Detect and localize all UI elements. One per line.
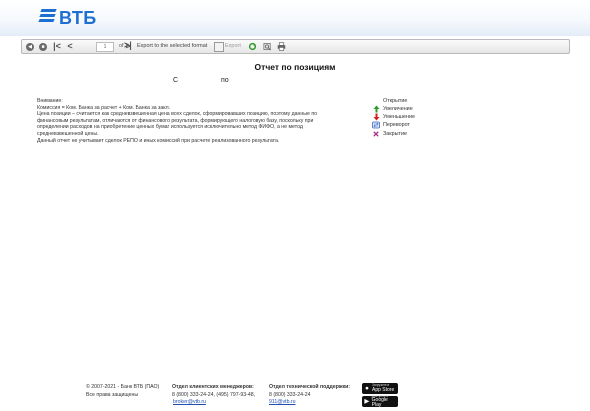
rights-text: Все права защищены — [86, 391, 139, 398]
legend-label-close: Закрытие — [383, 130, 407, 137]
google-play-icon: ▶ — [364, 398, 370, 405]
apple-icon: ● — [365, 385, 369, 392]
legend-item-increase: Увеличение — [372, 105, 415, 113]
export-link[interactable]: Export — [225, 40, 241, 53]
export-format-label: Export to the selected format — [137, 43, 208, 49]
page-number-input[interactable]: 1 — [96, 42, 114, 52]
date-from-label: С — [173, 77, 179, 84]
close-icon — [372, 130, 380, 138]
prev-page-icon: < — [67, 41, 73, 51]
refresh-icon[interactable] — [248, 42, 257, 51]
first-page-icon: |< — [53, 41, 61, 51]
print-icon[interactable] — [277, 42, 286, 51]
notes-position-price: Цена позиции – считается как средневзвеш… — [37, 111, 318, 137]
report-toolbar: ◀ ■ |< < 1 of 1 > Export to the selected… — [21, 39, 570, 54]
google-play-label: Доступно в Google Play — [371, 394, 398, 409]
support-title: Отдел технической поддержки: — [269, 384, 351, 390]
support-phone: 8 (800) 333-24-24 — [269, 391, 311, 398]
first-page-button[interactable]: |< — [52, 40, 62, 53]
app-store-label: Загрузите в App Store — [372, 384, 394, 393]
footer-managers: Отдел клиентских менеджеров: 8 (800) 333… — [172, 384, 255, 407]
stop-icon: ■ — [39, 42, 47, 51]
legend-label-decrease: Уменьшение — [383, 114, 415, 121]
notes-repo: Данный отчет не учитывает сделок РЕПО и … — [37, 137, 280, 144]
logo-bars-icon — [38, 9, 57, 24]
arrow-down-icon — [372, 113, 380, 121]
logo-text: ВТБ — [59, 8, 97, 28]
support-email-link[interactable]: 911@vtb.ru — [269, 399, 296, 405]
legend-label-increase: Увеличение — [383, 106, 413, 113]
legend: Открытие Увеличение Уменьшение Переворот… — [372, 98, 415, 138]
last-page-icon[interactable]: >| — [124, 39, 132, 52]
back-button[interactable]: ◀ — [25, 40, 35, 53]
app-store-text: App Store — [372, 386, 395, 393]
managers-title: Отдел клиентских менеджеров: — [172, 384, 254, 390]
legend-label-reversal: Переворот — [383, 122, 411, 129]
report-notes: Внимание: Комиссия = Ком. Банка за расче… — [37, 98, 337, 144]
notes-heading: Внимание: — [37, 98, 63, 104]
managers-phones: 8 (800) 333-24-24, (495) 797-93-48, — [172, 391, 256, 398]
google-play-button[interactable]: ▶ Доступно в Google Play — [362, 394, 398, 409]
google-play-text: Google Play — [371, 397, 388, 409]
managers-email-link[interactable]: broker@vtb.ru — [173, 399, 206, 405]
legend-item-decrease: Уменьшение — [372, 113, 415, 121]
app-store-button[interactable]: ● Загрузите в App Store — [362, 383, 398, 394]
back-icon: ◀ — [26, 42, 34, 51]
arrow-up-icon — [372, 105, 380, 113]
refresh-report-button[interactable]: ■ — [38, 40, 48, 53]
footer-support: Отдел технической поддержки: 8 (800) 333… — [269, 384, 350, 407]
find-icon[interactable] — [263, 42, 272, 51]
footer-copyright: © 2007-2021 - Банк ВТБ (ПАО) Все права з… — [86, 384, 159, 399]
export-format-select[interactable] — [214, 42, 224, 52]
site-header: ВТБ — [0, 0, 590, 36]
prev-page-button[interactable]: < — [66, 40, 74, 53]
date-to-label: по — [221, 77, 229, 84]
report-title: Отчет по позициям — [254, 62, 336, 72]
copyright-text: © 2007-2021 - Банк ВТБ (ПАО) — [86, 384, 160, 390]
swap-icon — [372, 121, 380, 129]
legend-item-close: Закрытие — [372, 130, 415, 138]
legend-item-open: Открытие — [383, 98, 408, 104]
legend-item-reversal: Переворот — [372, 121, 415, 129]
notes-commission: Комиссия = Ком. Банка за расчет + Ком. Б… — [37, 104, 171, 111]
